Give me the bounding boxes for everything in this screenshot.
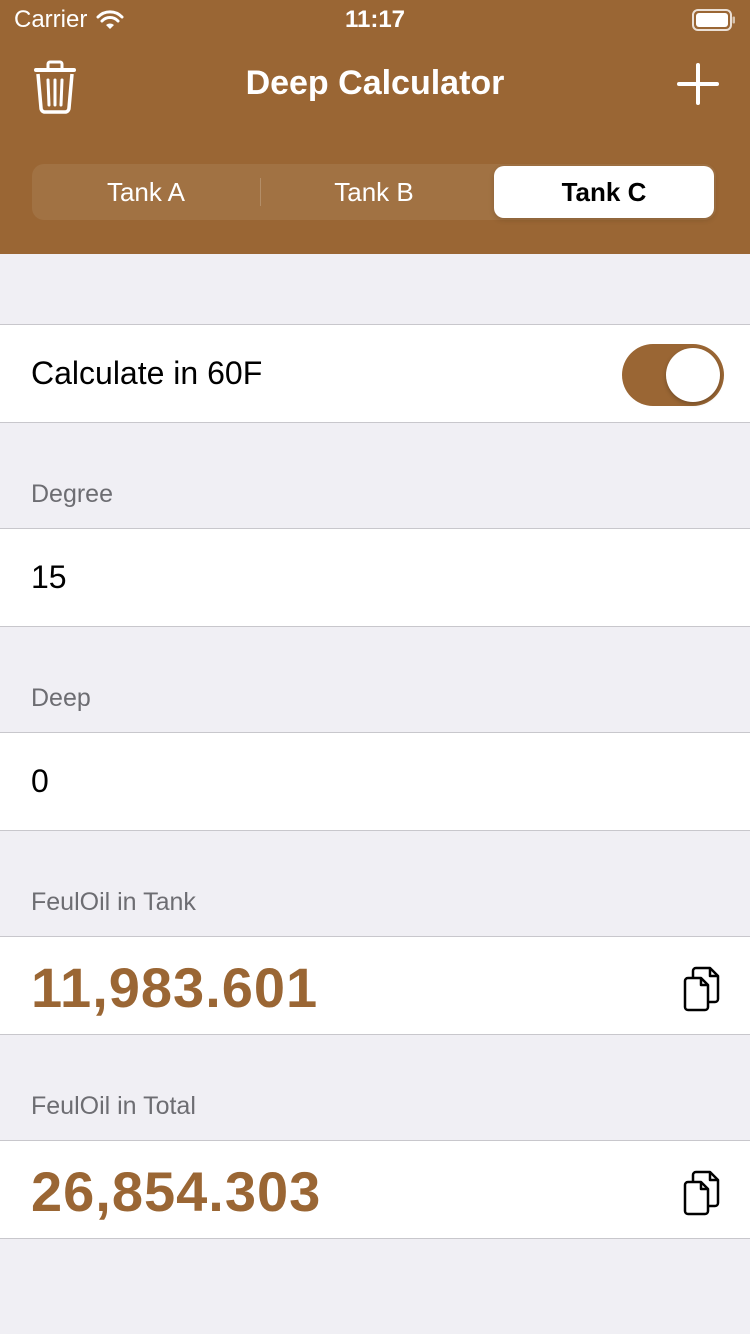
tank-result-value: 11,983.601	[31, 956, 319, 1019]
page-title: Deep Calculator	[245, 64, 505, 102]
tab-tank-b[interactable]: Tank B	[260, 164, 488, 220]
tab-tank-c[interactable]: Tank C	[494, 166, 714, 218]
deep-input[interactable]: 0	[31, 763, 49, 800]
total-result-label: FeulOil in Total	[31, 1092, 196, 1120]
copy-icon[interactable]	[682, 965, 722, 1013]
calculate-60f-toggle[interactable]	[622, 344, 724, 406]
calculate-60f-row: Calculate in 60F	[0, 324, 750, 423]
toggle-knob	[666, 348, 720, 402]
degree-input[interactable]: 15	[31, 559, 67, 596]
copy-icon[interactable]	[682, 1169, 722, 1217]
status-bar: Carrier 11:17	[0, 0, 750, 40]
degree-row: 15	[0, 528, 750, 627]
degree-section-label: Degree	[31, 480, 113, 508]
total-result-row: 26,854.303	[0, 1140, 750, 1239]
total-result-value: 26,854.303	[31, 1160, 322, 1223]
deep-section-label: Deep	[31, 684, 91, 712]
deep-row: 0	[0, 732, 750, 831]
tank-result-label: FeulOil in Tank	[31, 888, 196, 916]
status-time: 11:17	[344, 6, 406, 33]
tab-tank-a[interactable]: Tank A	[32, 164, 260, 220]
battery-icon	[692, 9, 735, 31]
calculate-60f-label: Calculate in 60F	[31, 355, 263, 391]
nav-header: Carrier 11:17 Deep Calculator Tank A Tan…	[0, 0, 750, 254]
tank-result-row: 11,983.601	[0, 936, 750, 1035]
plus-icon[interactable]	[676, 62, 720, 106]
tank-segmented-control: Tank A Tank B Tank C	[32, 164, 716, 220]
